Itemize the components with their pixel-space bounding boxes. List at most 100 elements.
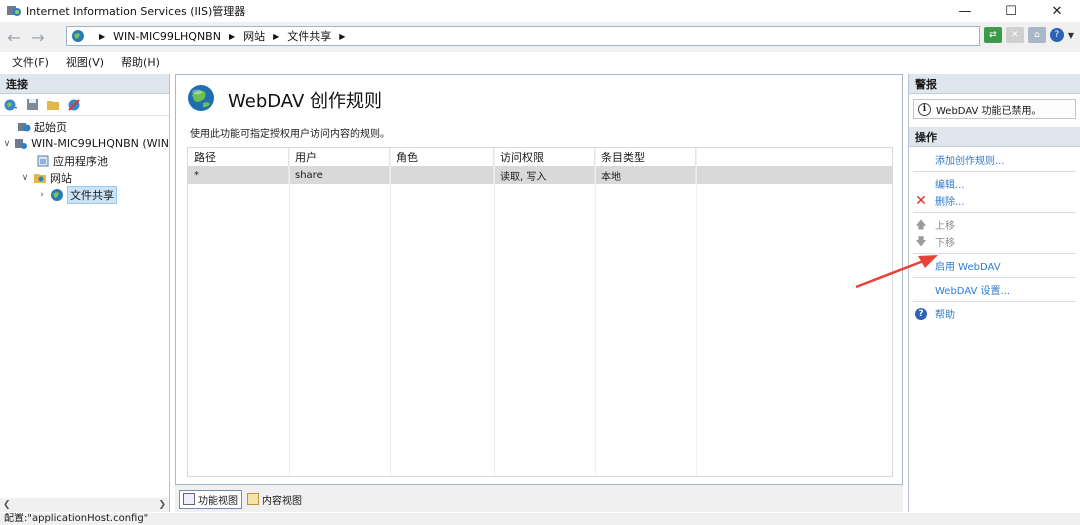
breadcrumb-separator-icon: ▶	[99, 31, 106, 41]
start-page-icon	[17, 120, 31, 133]
table-header: 路径 用户 角色 访问权限 条目类型	[188, 148, 892, 166]
delete-x-icon: ✕	[915, 193, 927, 209]
connect-globe-icon[interactable]	[2, 97, 20, 113]
divider	[913, 171, 1076, 172]
help-link[interactable]: ? 帮助	[909, 305, 1080, 322]
breadcrumb-sites[interactable]: 网站	[243, 28, 265, 44]
column-header-access[interactable]: 访问权限	[494, 148, 595, 166]
tree-label: WIN-MIC99LHQNBN (WIN	[31, 137, 169, 150]
tree-node-sites[interactable]: ∨ 网站	[0, 169, 169, 186]
view-switcher: 功能视图 内容视图	[179, 489, 305, 509]
webdav-globe-icon	[186, 83, 216, 116]
divider	[913, 301, 1076, 302]
home-icon[interactable]: ⌂	[1027, 27, 1046, 43]
connections-tree: 起始页 ∨ WIN-MIC99LHQNBN (WIN 应用程序池 ∨ 网站 ›	[0, 116, 169, 204]
iis-app-icon	[6, 4, 22, 18]
breadcrumb-file-share[interactable]: 文件共享	[287, 28, 331, 44]
help-icon[interactable]: ?	[1049, 28, 1064, 42]
table-cell	[390, 166, 494, 184]
add-authoring-rule-link[interactable]: 添加创作规则...	[909, 151, 1080, 168]
column-header-role[interactable]: 角色	[390, 148, 494, 166]
table-row[interactable]: * share 读取, 写入 本地	[188, 166, 892, 184]
webdav-settings-link[interactable]: WebDAV 设置...	[909, 281, 1080, 298]
scroll-left-icon[interactable]: ❮	[3, 500, 11, 510]
help-label: 帮助	[935, 310, 955, 321]
breadcrumb: ▶ WIN-MIC99LHQNBN ▶ 网站 ▶ 文件共享 ▶	[91, 28, 353, 44]
address-toolbar: ← → ▶ WIN-MIC99LHQNBN ▶ 网站 ▶ 文件共享 ▶ ⇄ ✕ …	[0, 22, 1080, 52]
move-down-link: 🡇 下移	[909, 233, 1080, 250]
column-divider	[595, 148, 596, 476]
menu-view[interactable]: 视图(V)	[66, 54, 104, 70]
save-icon[interactable]	[23, 97, 41, 113]
arrow-down-icon: 🡇	[915, 234, 927, 248]
alert-text: WebDAV 功能已禁用。	[936, 105, 1042, 117]
address-bar[interactable]: ▶ WIN-MIC99LHQNBN ▶ 网站 ▶ 文件共享 ▶	[66, 26, 980, 46]
tree-node-app-pools[interactable]: 应用程序池	[0, 152, 169, 169]
divider	[913, 212, 1076, 213]
feature-content: WebDAV 创作规则 使用此功能可指定授权用户访问内容的规则。 路径 用户 角…	[175, 74, 903, 485]
alerts-header: 警报	[909, 74, 1080, 94]
edit-link[interactable]: 编辑...	[909, 175, 1080, 192]
chevron-down-icon[interactable]: ∨	[20, 173, 30, 183]
actions-header: 操作	[909, 127, 1080, 147]
feature-pane: WebDAV 创作规则 使用此功能可指定授权用户访问内容的规则。 路径 用户 角…	[175, 74, 903, 512]
connections-pane: 连接 起始页 ∨ WIN-MIC99LHQNBN (WIN 应用程序池 ∨ 网站…	[0, 74, 170, 512]
feature-title: WebDAV 创作规则	[228, 90, 382, 112]
divider	[913, 253, 1076, 254]
forward-arrow-icon[interactable]: →	[28, 27, 48, 47]
column-header-entry-type[interactable]: 条目类型	[595, 148, 696, 166]
maximize-button[interactable]: ☐	[988, 0, 1034, 22]
scroll-right-icon[interactable]: ❯	[158, 500, 166, 510]
feature-header: WebDAV 创作规则	[186, 83, 382, 116]
server-icon	[14, 137, 28, 150]
tree-label: 应用程序池	[53, 154, 108, 168]
actions-pane: 警报 i WebDAV 功能已禁用。 操作 添加创作规则... 编辑... ✕ …	[908, 74, 1080, 512]
move-down-label: 下移	[935, 238, 955, 249]
column-header-path[interactable]: 路径	[188, 148, 289, 166]
chevron-down-icon[interactable]: ∨	[3, 139, 11, 149]
tab-features-view[interactable]: 功能视图	[179, 489, 242, 509]
menu-file[interactable]: 文件(F)	[12, 54, 49, 70]
info-icon: i	[918, 102, 931, 116]
tree-node-start-page[interactable]: 起始页	[0, 118, 169, 135]
chevron-right-icon[interactable]: ›	[37, 190, 47, 200]
globe-icon	[71, 29, 85, 43]
content-view-icon	[247, 493, 259, 505]
tree-label: 文件共享	[67, 185, 117, 204]
help-icon: ?	[915, 308, 927, 320]
tab-label: 功能视图	[198, 495, 238, 507]
column-divider	[494, 148, 495, 476]
refresh-icon[interactable]: ⇄	[983, 27, 1002, 43]
tree-label: 网站	[50, 171, 72, 185]
divider	[913, 277, 1076, 278]
enable-webdav-link[interactable]: 启用 WebDAV	[909, 257, 1080, 274]
tree-node-file-share[interactable]: › 文件共享	[0, 185, 169, 204]
table-cell: 本地	[595, 166, 696, 184]
horizontal-scrollbar[interactable]: ❮ ❯	[0, 498, 169, 512]
move-up-link: 🡅 上移	[909, 216, 1080, 233]
window-title: Internet Information Services (IIS)管理器	[26, 5, 246, 18]
table-cell: *	[188, 166, 289, 184]
tab-label: 内容视图	[262, 495, 302, 507]
table-cell: share	[289, 166, 390, 184]
tab-content-view[interactable]: 内容视图	[244, 490, 305, 509]
stop-icon[interactable]: ✕	[1005, 27, 1024, 43]
sites-folder-icon	[33, 171, 47, 184]
breadcrumb-server[interactable]: WIN-MIC99LHQNBN	[113, 30, 221, 43]
remove-link[interactable]: ✕ 删除...	[909, 192, 1080, 209]
disconnect-icon[interactable]	[65, 97, 83, 113]
features-view-icon	[183, 493, 195, 505]
arrow-up-icon: 🡅	[915, 217, 927, 231]
app-pool-icon	[36, 154, 50, 167]
help-dropdown-chevron-icon[interactable]: ▼	[1068, 31, 1074, 40]
column-header-user[interactable]: 用户	[289, 148, 390, 166]
folder-icon[interactable]	[44, 97, 62, 113]
breadcrumb-separator-icon: ▶	[273, 31, 280, 41]
title-bar: Internet Information Services (IIS)管理器 —…	[0, 0, 1080, 22]
table-cell: 读取, 写入	[494, 166, 595, 184]
close-button[interactable]: ✕	[1034, 0, 1080, 22]
menu-help[interactable]: 帮助(H)	[121, 54, 160, 70]
tree-node-server[interactable]: ∨ WIN-MIC99LHQNBN (WIN	[0, 135, 169, 152]
minimize-button[interactable]: —	[942, 0, 988, 22]
back-arrow-icon[interactable]: ←	[4, 27, 24, 47]
